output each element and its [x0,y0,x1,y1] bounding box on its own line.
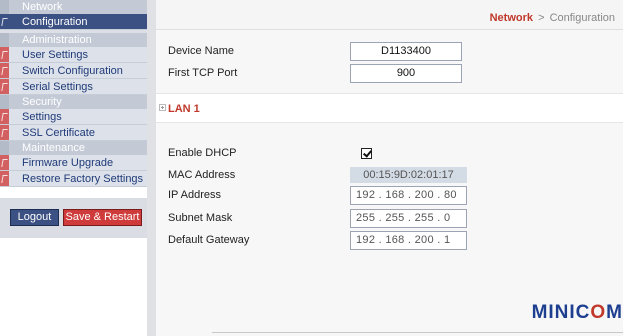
sidebar-section-maintenance: Maintenance [0,141,147,155]
mac-label: MAC Address [168,169,236,181]
device-name-row: Device Name D1133400 [168,42,608,61]
breadcrumb-separator: > [538,12,545,24]
expand-icon[interactable] [159,104,166,111]
subnet-mask-input[interactable]: 255 . 255 . 255 . 0 [350,209,467,228]
ip-address-input[interactable]: 192 . 168 . 200 . 80 [350,186,467,205]
lan-form: Enable DHCP MAC Address 00:15:9D:02:01:1… [156,123,623,298]
sidebar-item-security-settings[interactable]: Settings [0,109,147,125]
nav-marker-icon [0,109,9,124]
breadcrumb-page: Configuration [549,12,615,24]
sidebar-item-label: User Settings [22,49,89,61]
gateway-input[interactable]: 192 . 168 . 200 . 1 [350,231,467,250]
lan-title: LAN 1 [168,103,200,115]
sidebar-item-user-settings[interactable]: User Settings [0,47,147,63]
sidebar-item-label: Configuration [22,16,88,28]
subnet-row: Subnet Mask 255 . 255 . 255 . 0 [168,209,608,228]
gateway-row: Default Gateway 192 . 168 . 200 . 1 [168,231,608,250]
device-form: Device Name D1133400 First TCP Port 900 [156,30,623,93]
sidebar-item-label: Firmware Upgrade [22,157,114,169]
save-restart-button[interactable]: Save & Restart [63,209,142,226]
sidebar-section-label: Administration [22,34,92,46]
sidebar-item-serial-settings[interactable]: Serial Settings [0,79,147,95]
ip-row: IP Address 192 . 168 . 200 . 80 [168,186,608,205]
tcp-port-row: First TCP Port 900 [168,64,608,83]
tcp-port-label: First TCP Port [168,67,238,79]
dhcp-checkbox[interactable] [361,148,372,159]
sidebar-section-administration: Administration [0,33,147,47]
footer: MINICOM [156,298,623,336]
subnet-label: Subnet Mask [168,212,233,224]
footer-divider [212,332,623,333]
minicom-logo: MINICOM [531,302,623,323]
device-name-label: Device Name [168,45,235,57]
breadcrumb-section[interactable]: Network [490,12,533,24]
breadcrumb-bar: Network > Configuration [156,0,623,30]
nav-marker-icon [0,155,9,170]
nav-marker-icon [0,63,9,78]
sidebar-item-label: SSL Certificate [22,127,95,139]
sidebar-item-configuration[interactable]: Configuration [0,14,147,30]
sidebar-section-label: Network [22,1,63,13]
sidebar-section-label: Maintenance [22,142,85,154]
sidebar-section-network: Network [0,0,147,14]
sidebar-item-firmware-upgrade[interactable]: Firmware Upgrade [0,155,147,171]
nav-marker-icon [0,171,9,186]
ip-label: IP Address [168,189,221,201]
mac-row: MAC Address 00:15:9D:02:01:17 [168,166,608,185]
lan-section-header[interactable]: LAN 1 [156,93,623,123]
sidebar-divider [147,0,156,336]
dhcp-row: Enable DHCP [168,144,608,163]
tcp-port-input[interactable]: 900 [350,64,462,83]
sidebar-item-label: Settings [22,111,62,123]
nav-marker-icon [0,79,9,94]
sidebar-button-bar: Logout Save & Restart [0,198,147,238]
nav-marker-icon [0,125,9,140]
breadcrumb: Network > Configuration [490,12,615,24]
device-name-input[interactable]: D1133400 [350,42,462,61]
dhcp-label: Enable DHCP [168,147,237,159]
sidebar-item-switch-configuration[interactable]: Switch Configuration [0,63,147,79]
sidebar-section-security: Security [0,95,147,109]
sidebar-item-label: Serial Settings [22,81,93,93]
nav-marker-icon [0,14,9,29]
sidebar-item-label: Restore Factory Settings [22,173,144,185]
logout-button[interactable]: Logout [10,209,59,226]
main-content: Network > Configuration Device Name D113… [156,0,623,336]
sidebar: Network Configuration Administration Use… [0,0,147,336]
mac-value: 00:15:9D:02:01:17 [350,167,467,183]
sidebar-item-label: Switch Configuration [22,65,123,77]
gateway-label: Default Gateway [168,234,250,246]
sidebar-section-label: Security [22,96,62,108]
sidebar-item-ssl-certificate[interactable]: SSL Certificate [0,125,147,141]
sidebar-item-restore-factory-settings[interactable]: Restore Factory Settings [0,171,147,187]
nav-marker-icon [0,47,9,62]
